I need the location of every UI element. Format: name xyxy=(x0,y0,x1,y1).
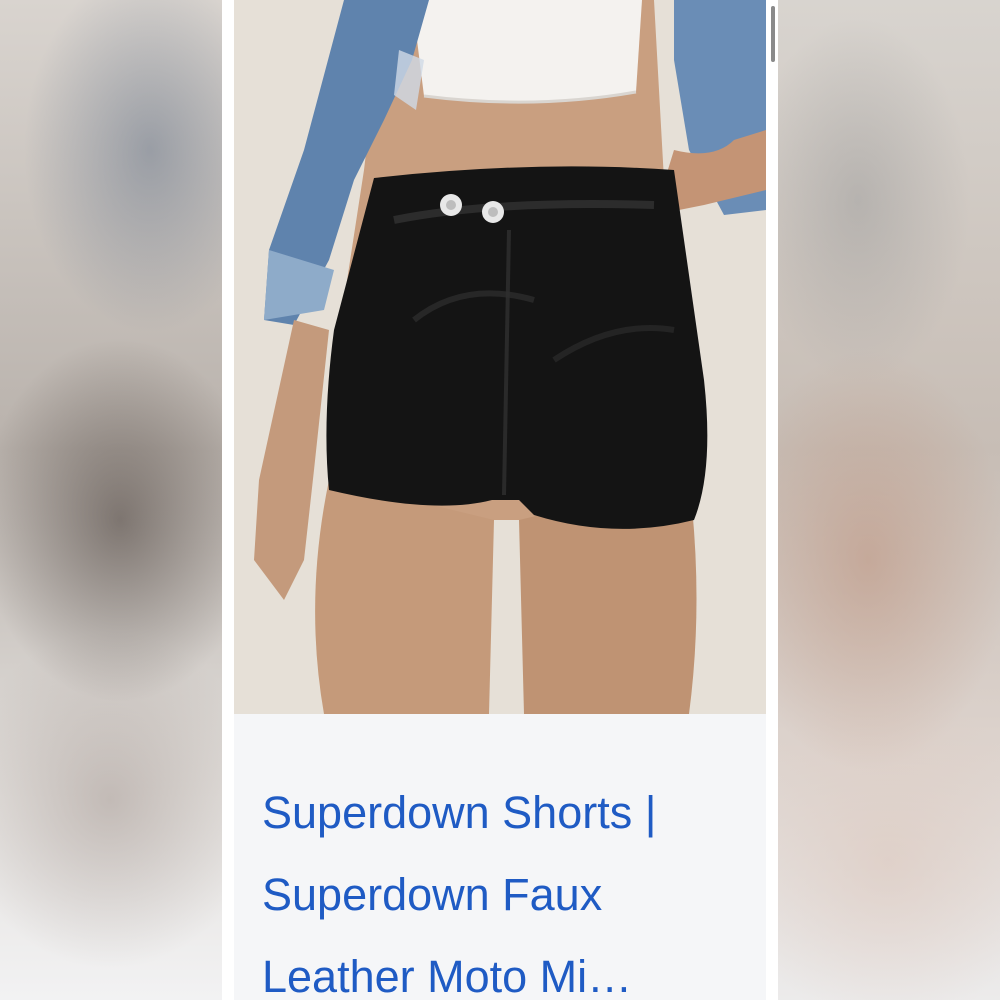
blurred-backdrop-left xyxy=(0,0,222,1000)
product-title-link[interactable]: Superdown Shorts | Superdown Faux Leathe… xyxy=(262,772,732,1000)
scrollbar-thumb[interactable] xyxy=(771,6,775,62)
product-photo[interactable] xyxy=(234,0,766,714)
product-caption: Superdown Shorts | Superdown Faux Leathe… xyxy=(234,714,766,1000)
product-card[interactable]: Superdown Shorts | Superdown Faux Leathe… xyxy=(222,0,778,1000)
blurred-backdrop-right xyxy=(778,0,1000,1000)
product-photo-illustration xyxy=(234,0,766,714)
